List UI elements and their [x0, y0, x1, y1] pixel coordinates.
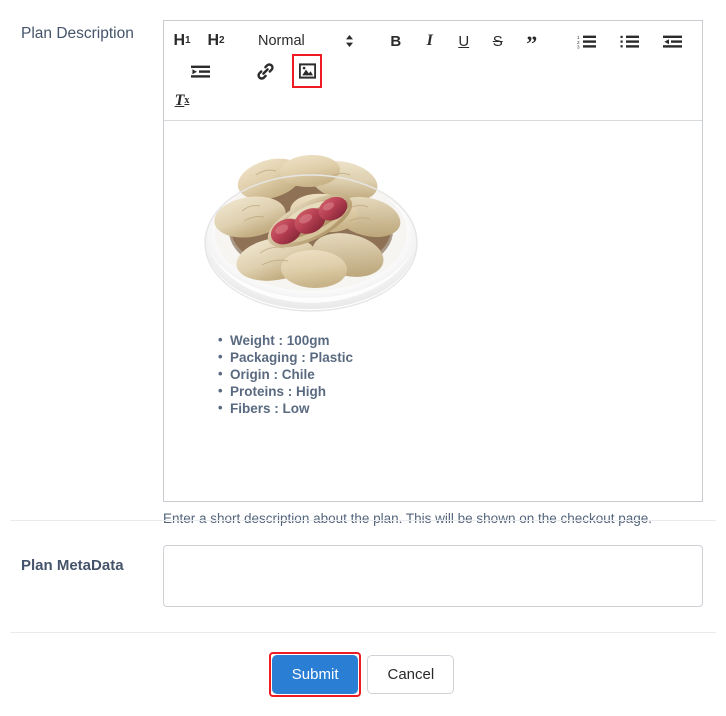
submit-button[interactable]: Submit [271, 655, 359, 694]
heading-2-level: 2 [219, 35, 225, 46]
block-format-select[interactable]: Normal [258, 27, 354, 55]
bullet-list-icon [620, 34, 639, 49]
chevron-up-down-icon [345, 33, 354, 49]
plan-description-help-text: Enter a short description about the plan… [163, 511, 653, 526]
clear-format-letter: T [174, 92, 185, 109]
heading-1-letter: H [173, 32, 185, 49]
plan-metadata-label-cell: Plan MetaData [0, 545, 163, 577]
plan-description-label-cell: Plan Description [0, 0, 163, 45]
plan-metadata-label: Plan MetaData [21, 557, 124, 574]
peanuts-image[interactable] [198, 133, 424, 318]
editor-content-area[interactable]: Weight : 100gm Packaging : Plastic Origi… [164, 121, 702, 501]
plan-description-label: Plan Description [21, 25, 134, 42]
heading-1-level: 1 [185, 35, 191, 46]
indent-button[interactable] [188, 57, 213, 85]
rich-text-editor[interactable]: H1 H2 Normal B I U S ” 1 2 3 T x • Weigh… [163, 20, 703, 502]
link-icon [256, 62, 274, 80]
plan-metadata-input-cell [163, 545, 726, 612]
list-item: Fibers : Low [218, 399, 690, 417]
outdent-icon [662, 34, 682, 49]
ordered-list-button[interactable]: 1 2 3 [574, 27, 599, 55]
plan-description-row: Plan Description H1 H2 Normal B I U S ” … [0, 0, 726, 528]
list-item: Weight : 100gm [218, 331, 690, 349]
strikethrough-button[interactable]: S [486, 27, 510, 55]
list-item: Origin : Chile [218, 365, 690, 383]
section-divider [10, 520, 716, 521]
plan-metadata-input[interactable] [163, 545, 703, 607]
ordered-list-icon: 1 2 3 [577, 34, 596, 49]
image-icon [298, 63, 316, 79]
outdent-button[interactable] [660, 27, 685, 55]
bold-button[interactable]: B [384, 27, 408, 55]
section-divider [10, 632, 716, 633]
italic-button[interactable]: I [418, 27, 442, 55]
indent-icon [191, 64, 210, 79]
editor-toolbar: H1 H2 Normal B I U S ” 1 2 3 T x [164, 21, 702, 121]
list-item: Packaging : Plastic [218, 348, 690, 366]
bullet-list-button[interactable] [617, 27, 642, 55]
heading-2-letter: H [207, 32, 219, 49]
clear-format-x: x [184, 95, 190, 106]
plan-form-page: Plan Description H1 H2 Normal B I U S ” … [0, 0, 726, 716]
plan-metadata-row: Plan MetaData [0, 545, 726, 612]
form-actions: Submit Cancel [0, 652, 726, 697]
clear-format-button[interactable]: Tx [170, 87, 194, 115]
plan-description-input-cell: H1 H2 Normal B I U S ” 1 2 3 T x • Weigh… [163, 0, 726, 528]
link-button[interactable] [253, 57, 277, 85]
cancel-button[interactable]: Cancel [367, 655, 455, 694]
heading-2-button[interactable]: H2 [204, 27, 228, 55]
svg-text:3: 3 [577, 44, 580, 48]
submit-button-highlight: Submit [268, 652, 362, 697]
block-format-value: Normal [258, 33, 305, 49]
description-bullet-list: Weight : 100gm Packaging : Plastic Origi… [176, 331, 690, 417]
image-button[interactable] [292, 54, 322, 88]
heading-1-button[interactable]: H1 [170, 27, 194, 55]
underline-button[interactable]: U [452, 27, 476, 55]
list-item: Proteins : High [218, 382, 690, 400]
blockquote-button[interactable]: ” [520, 27, 544, 55]
